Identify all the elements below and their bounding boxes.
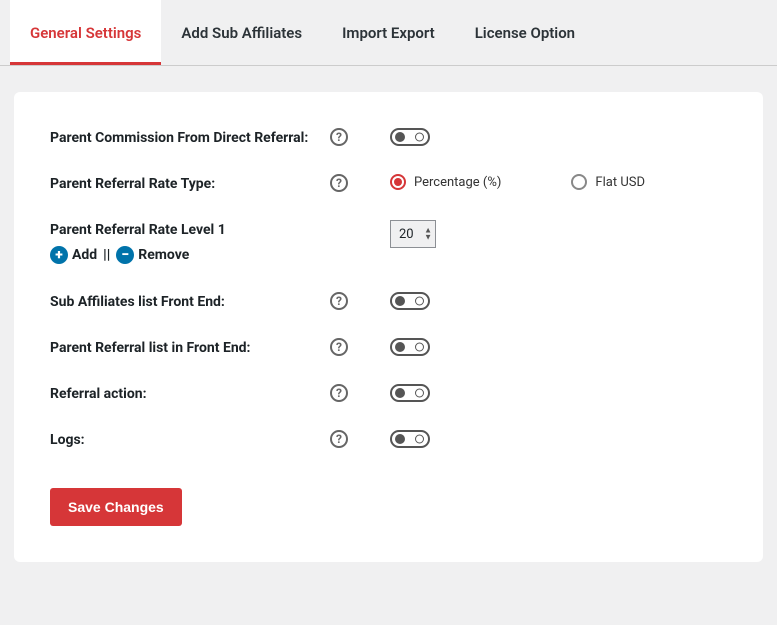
label-rate-level-1: Parent Referral Rate Level 1 + Add || − … — [50, 220, 330, 264]
toggle-parent-list[interactable] — [390, 338, 430, 356]
toggle-parent-commission[interactable] — [390, 128, 430, 146]
add-level-link[interactable]: Add — [72, 247, 97, 263]
remove-level-icon[interactable]: − — [116, 246, 134, 264]
tab-add-sub-affiliates[interactable]: Add Sub Affiliates — [161, 0, 322, 65]
toggle-logs[interactable] — [390, 430, 430, 448]
number-spinner-icon[interactable]: ▲▼ — [424, 228, 432, 241]
label-parent-commission: Parent Commission From Direct Referral: — [50, 128, 330, 146]
row-logs: Logs: ? — [50, 430, 727, 448]
tabs-bar: General Settings Add Sub Affiliates Impo… — [0, 0, 777, 66]
rate-level-1-input[interactable]: 20 ▲▼ — [390, 220, 436, 248]
row-parent-commission: Parent Commission From Direct Referral: … — [50, 128, 727, 146]
row-rate-type: Parent Referral Rate Type: ? Percentage … — [50, 174, 727, 192]
toggle-referral-action[interactable] — [390, 384, 430, 402]
rate-level-1-value: 20 — [399, 227, 414, 242]
radio-flat-label: Flat USD — [595, 175, 645, 190]
toggle-sub-list[interactable] — [390, 292, 430, 310]
label-parent-list: Parent Referral list in Front End: — [50, 338, 330, 356]
row-parent-list: Parent Referral list in Front End: ? — [50, 338, 727, 356]
tab-general-settings[interactable]: General Settings — [10, 0, 161, 65]
separator: || — [103, 247, 110, 263]
row-sub-list: Sub Affiliates list Front End: ? — [50, 292, 727, 310]
radio-percentage[interactable]: Percentage (%) — [390, 174, 501, 190]
radio-percentage-label: Percentage (%) — [414, 175, 501, 190]
label-referral-action: Referral action: — [50, 384, 330, 402]
radio-circle-icon — [390, 174, 406, 190]
label-rate-level-1-text: Parent Referral Rate Level 1 — [50, 222, 226, 238]
label-sub-list: Sub Affiliates list Front End: — [50, 292, 330, 310]
help-icon[interactable]: ? — [330, 174, 348, 192]
tab-import-export[interactable]: Import Export — [322, 0, 455, 65]
save-changes-button[interactable]: Save Changes — [50, 488, 182, 526]
label-logs: Logs: — [50, 430, 330, 448]
add-level-icon[interactable]: + — [50, 246, 68, 264]
settings-panel: Parent Commission From Direct Referral: … — [14, 92, 763, 562]
add-remove-controls: + Add || − Remove — [50, 246, 330, 264]
help-icon[interactable]: ? — [330, 128, 348, 146]
radio-flat[interactable]: Flat USD — [571, 174, 645, 190]
radio-circle-icon — [571, 174, 587, 190]
help-icon[interactable]: ? — [330, 430, 348, 448]
help-icon[interactable]: ? — [330, 384, 348, 402]
tab-license-option[interactable]: License Option — [455, 0, 595, 65]
rate-type-radio-group: Percentage (%) Flat USD — [390, 174, 645, 190]
help-icon[interactable]: ? — [330, 338, 348, 356]
row-referral-action: Referral action: ? — [50, 384, 727, 402]
label-rate-type: Parent Referral Rate Type: — [50, 174, 330, 192]
row-rate-level-1: Parent Referral Rate Level 1 + Add || − … — [50, 220, 727, 264]
remove-level-link[interactable]: Remove — [138, 247, 189, 263]
help-icon[interactable]: ? — [330, 292, 348, 310]
